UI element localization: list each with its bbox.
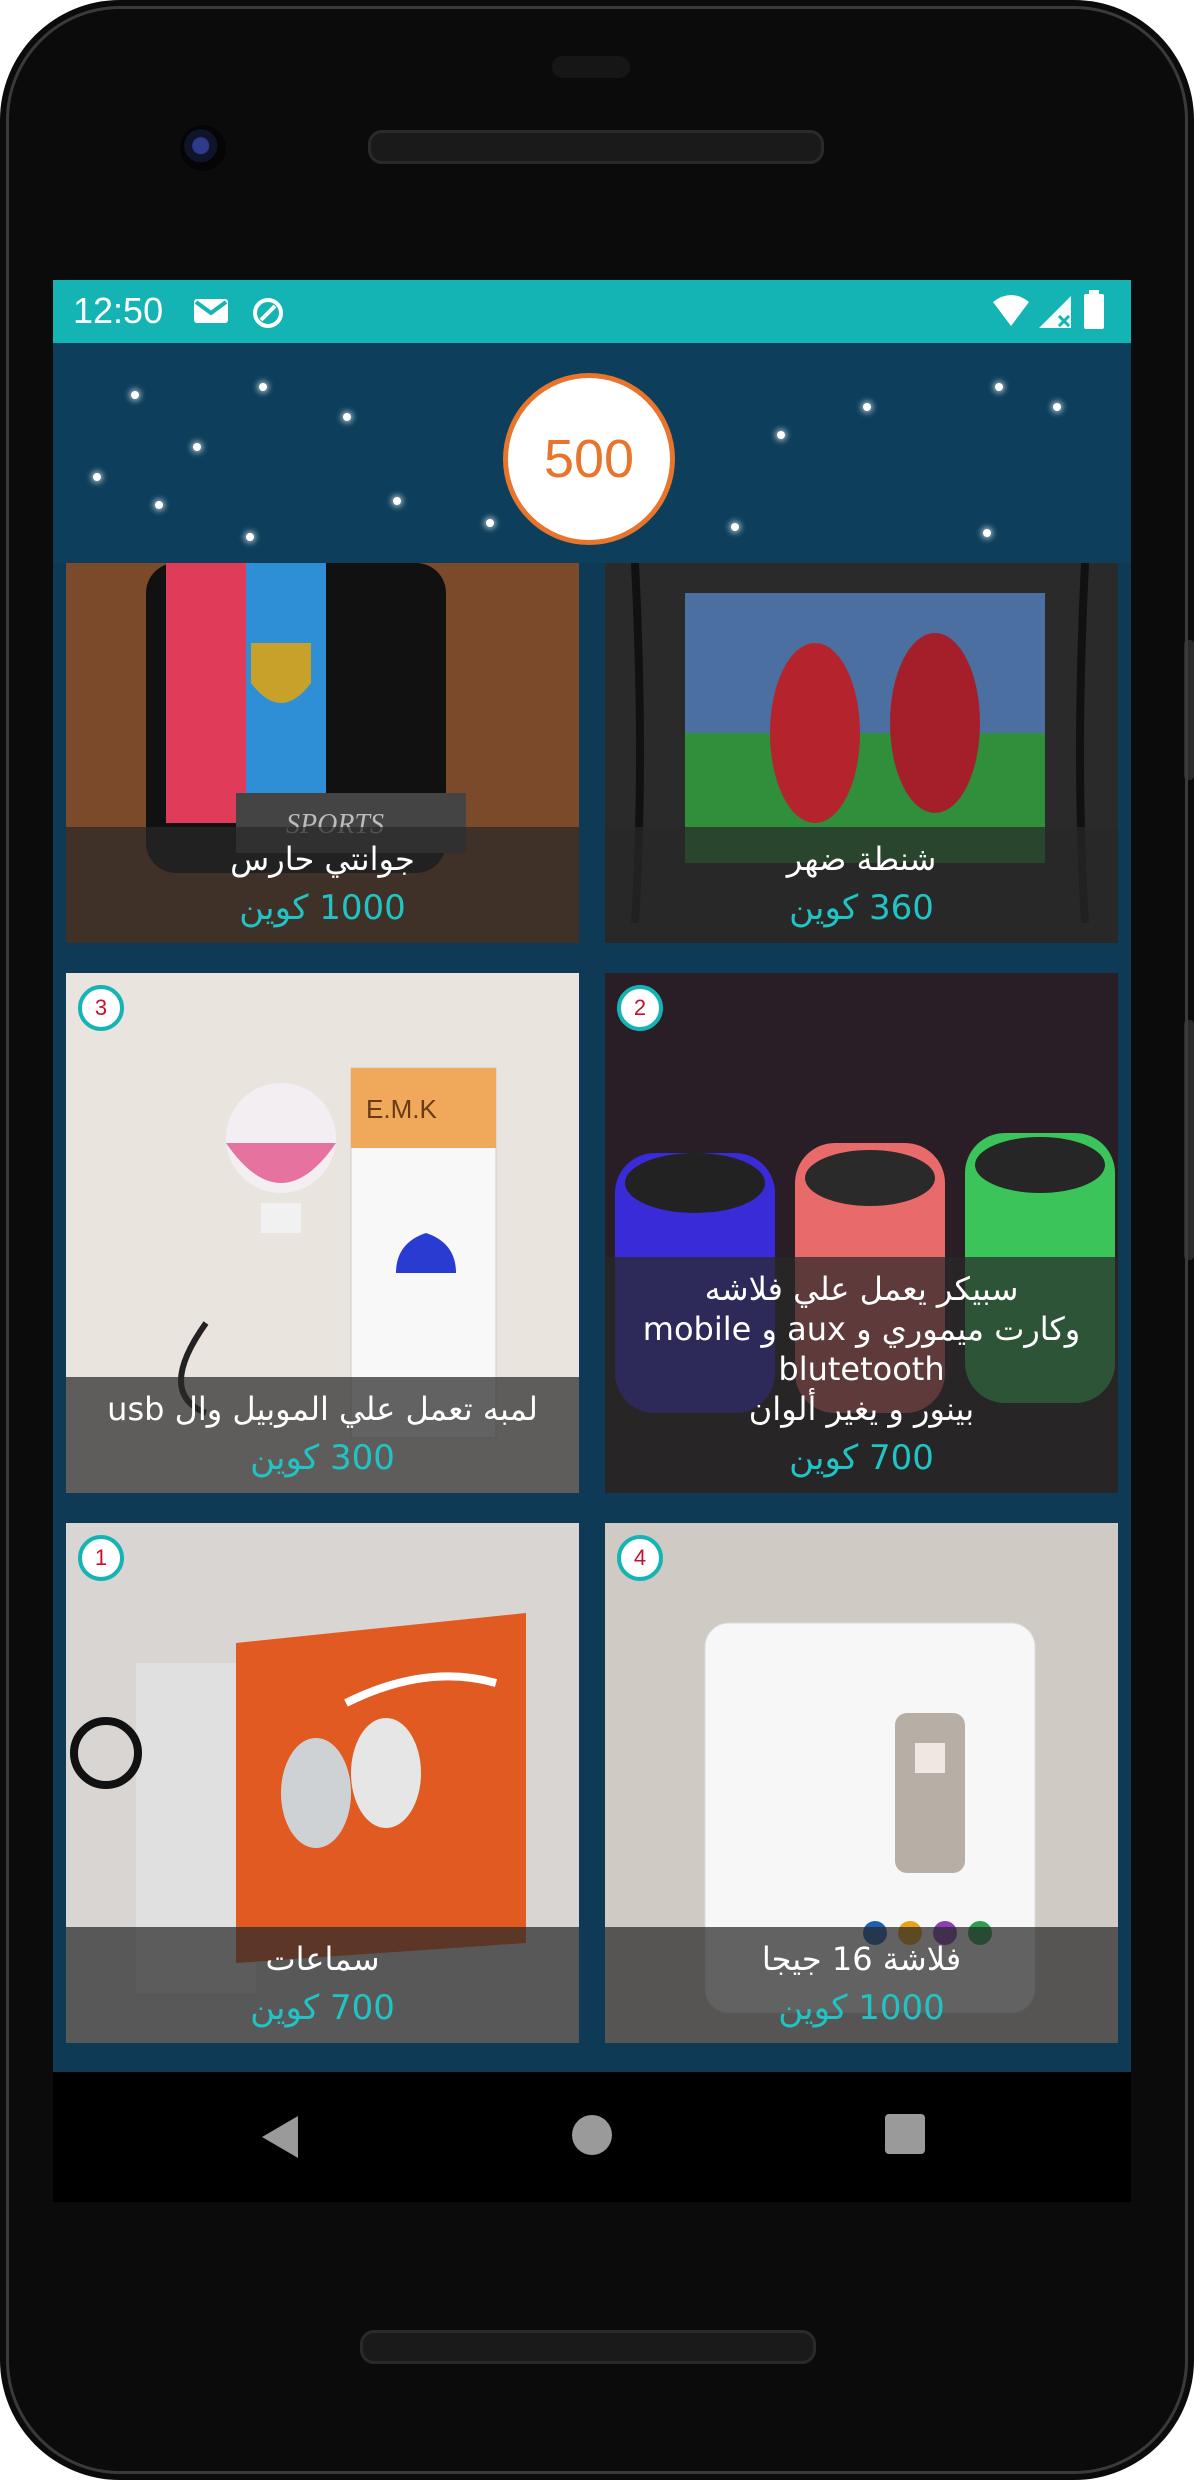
- product-card[interactable]: فلاشة 16 جيجا 1000 كوين 4: [605, 1523, 1118, 2043]
- product-caption: فلاشة 16 جيجا 1000 كوين: [605, 1927, 1118, 2043]
- product-title: لمبه تعمل علي الموبيل وال usb: [107, 1390, 538, 1428]
- svg-text:E.M.K: E.M.K: [366, 1094, 437, 1124]
- back-icon[interactable]: [258, 2112, 302, 2166]
- product-price: 1000 كوين: [239, 888, 406, 928]
- product-grid: SPORTS جوانتي حارس 1000 كوين شنطة ضهر 36…: [53, 563, 1131, 2072]
- product-title: فلاشة 16 جيجا: [761, 1940, 962, 1978]
- product-price: 360 كوين: [789, 888, 934, 928]
- sync-icon: [251, 296, 285, 334]
- rank-badge: 2: [617, 985, 663, 1031]
- product-title: شنطة ضهر: [786, 840, 937, 878]
- app-screen: 12:50 500 SPORTS جوانتي حارس 1000 كوين ش…: [53, 280, 1131, 2072]
- wifi-icon: [991, 294, 1031, 332]
- product-card[interactable]: E.M.K لمبه تعمل علي الموبيل وال usb 300 …: [66, 973, 579, 1493]
- coin-balance-badge: 500: [503, 373, 675, 545]
- gmail-icon: [193, 296, 229, 330]
- front-camera: [180, 125, 226, 171]
- product-title: سبيكر يعمل علي فلاشه وكارت ميموري و aux …: [642, 1270, 1081, 1428]
- signal-icon: [1037, 294, 1073, 334]
- rank-badge: 4: [617, 1535, 663, 1581]
- rank-badge: 3: [78, 985, 124, 1031]
- navigation-bar: [53, 2072, 1131, 2202]
- power-button: [1184, 1020, 1194, 1260]
- recents-icon[interactable]: [883, 2112, 927, 2160]
- product-caption: لمبه تعمل علي الموبيل وال usb 300 كوين: [66, 1377, 579, 1493]
- product-card[interactable]: شنطة ضهر 360 كوين: [605, 563, 1118, 943]
- product-caption: جوانتي حارس 1000 كوين: [66, 827, 579, 943]
- earpiece: [552, 56, 630, 78]
- product-title: سماعات: [265, 1940, 380, 1978]
- bottom-speaker: [360, 2330, 816, 2364]
- product-price: 700 كوين: [250, 1988, 395, 2028]
- top-speaker: [368, 130, 824, 164]
- status-bar: 12:50: [53, 280, 1131, 343]
- product-price: 700 كوين: [789, 1438, 934, 1478]
- volume-button: [1184, 640, 1194, 780]
- product-price: 1000 كوين: [778, 1988, 945, 2028]
- product-card[interactable]: سبيكر يعمل علي فلاشه وكارت ميموري و aux …: [605, 973, 1118, 1493]
- home-icon[interactable]: [569, 2112, 615, 2162]
- rank-badge: 1: [78, 1535, 124, 1581]
- battery-icon: [1083, 290, 1105, 334]
- product-caption: شنطة ضهر 360 كوين: [605, 827, 1118, 943]
- product-card[interactable]: سماعات 700 كوين 1: [66, 1523, 579, 2043]
- coins-header: 500: [53, 343, 1131, 563]
- phone-frame: 12:50 500 SPORTS جوانتي حارس 1000 كوين ش…: [0, 0, 1194, 2480]
- product-caption: سماعات 700 كوين: [66, 1927, 579, 2043]
- product-title: جوانتي حارس: [230, 840, 415, 878]
- product-card[interactable]: SPORTS جوانتي حارس 1000 كوين: [66, 563, 579, 943]
- product-price: 300 كوين: [250, 1438, 395, 1478]
- status-time: 12:50: [73, 290, 164, 331]
- product-caption: سبيكر يعمل علي فلاشه وكارت ميموري و aux …: [605, 1257, 1118, 1493]
